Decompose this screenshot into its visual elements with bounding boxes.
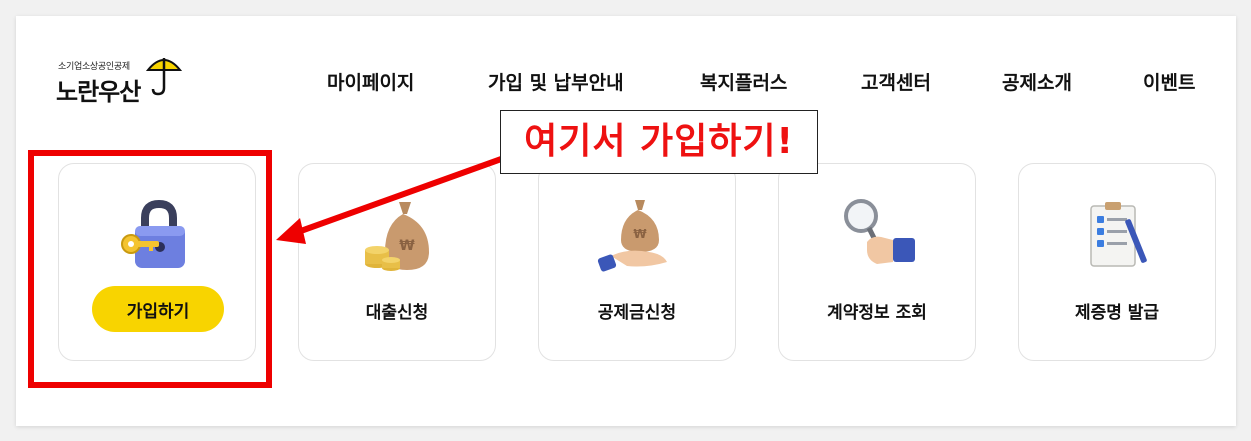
- arrow-icon: [276, 155, 506, 244]
- callout-label: 여기서 가입하기!: [500, 110, 818, 174]
